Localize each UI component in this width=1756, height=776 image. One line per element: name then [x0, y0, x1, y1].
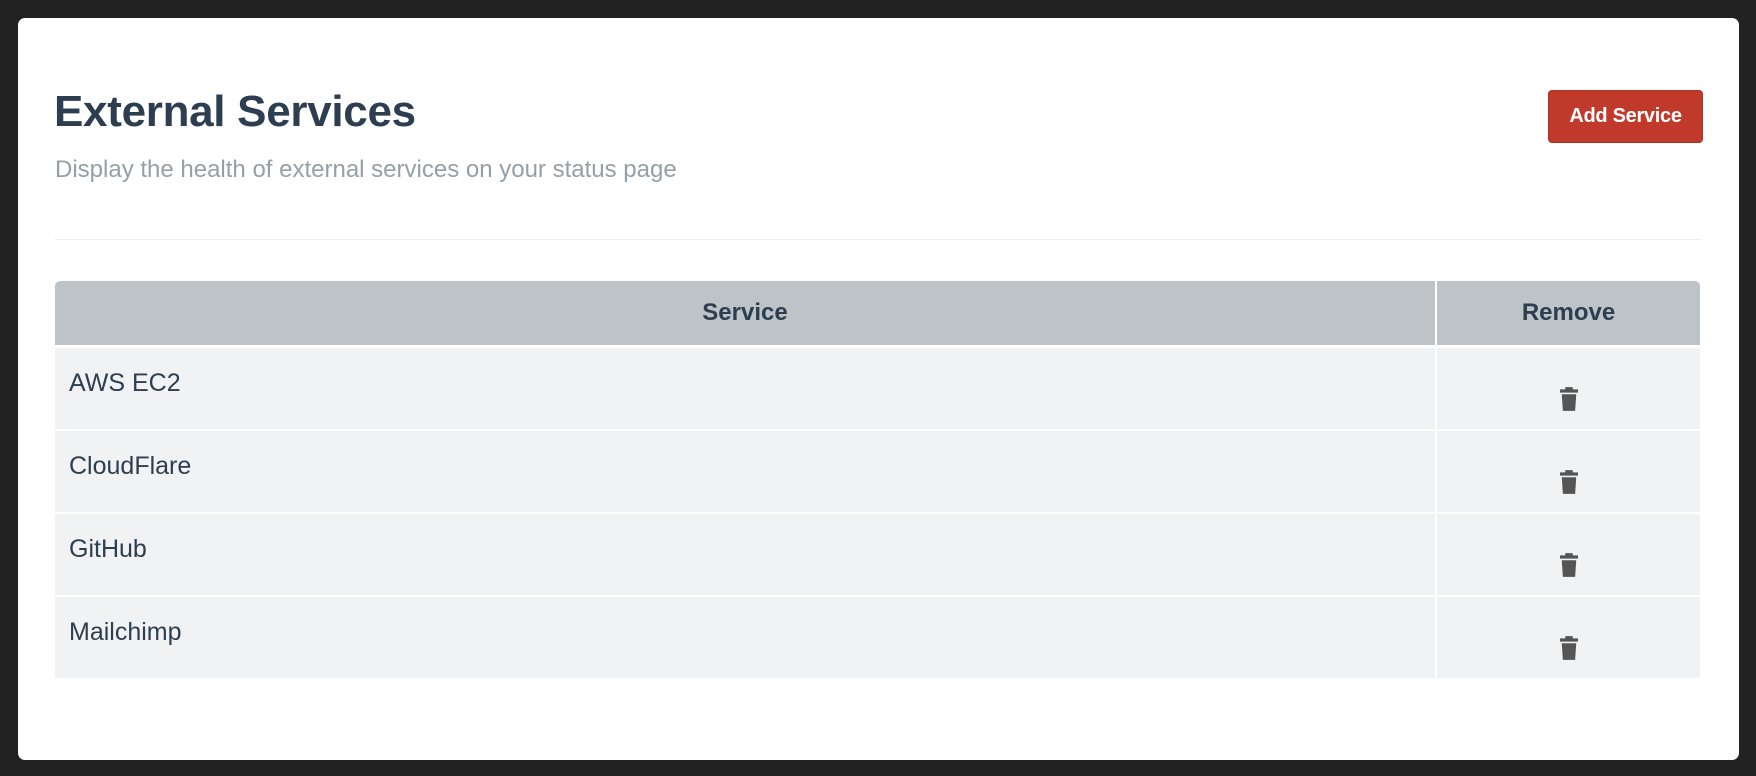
remove-cell	[1437, 514, 1700, 597]
table-header-row: Service Remove	[55, 281, 1700, 348]
table-row: GitHub	[55, 514, 1700, 597]
service-name: AWS EC2	[69, 369, 181, 397]
column-header-remove: Remove	[1437, 281, 1700, 348]
remove-cell	[1437, 431, 1700, 514]
service-cell: Mailchimp	[55, 597, 1437, 680]
service-name: CloudFlare	[69, 452, 192, 480]
table-row: CloudFlare	[55, 431, 1700, 514]
header-divider	[55, 239, 1702, 240]
page-subtitle: Display the health of external services …	[55, 156, 677, 183]
services-table: Service Remove AWS EC2 CloudFlare GitHub…	[55, 281, 1700, 680]
table-row: Mailchimp	[55, 597, 1700, 680]
trash-icon[interactable]	[1554, 633, 1584, 663]
service-name: GitHub	[69, 535, 147, 563]
remove-cell	[1437, 348, 1700, 431]
service-cell: GitHub	[55, 514, 1437, 597]
table-row: AWS EC2	[55, 348, 1700, 431]
service-cell: CloudFlare	[55, 431, 1437, 514]
trash-icon[interactable]	[1554, 550, 1584, 580]
service-cell: AWS EC2	[55, 348, 1437, 431]
service-name: Mailchimp	[69, 618, 182, 646]
page-title: External Services	[54, 87, 416, 136]
column-header-service: Service	[55, 281, 1437, 348]
remove-cell	[1437, 597, 1700, 680]
trash-icon[interactable]	[1554, 467, 1584, 497]
external-services-card: External Services Display the health of …	[18, 18, 1739, 760]
trash-icon[interactable]	[1554, 384, 1584, 414]
add-service-button[interactable]: Add Service	[1548, 90, 1703, 143]
